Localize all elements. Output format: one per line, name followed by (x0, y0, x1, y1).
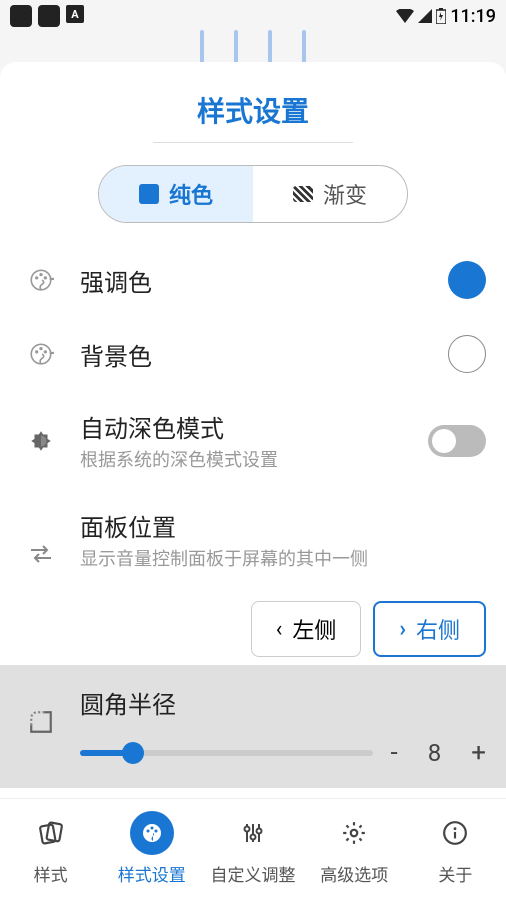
bottom-navigation: 样式 样式设置 自定义调整 高级选项 关于 (0, 798, 506, 898)
gear-icon (332, 811, 376, 855)
nav-style-settings-label: 样式设置 (118, 861, 186, 886)
gradient-icon (293, 186, 313, 202)
nav-styles[interactable]: 样式 (0, 799, 101, 898)
slider-thumb[interactable] (122, 742, 144, 764)
signal-icon (418, 9, 432, 23)
position-left-button[interactable]: ‹ 左侧 (251, 601, 362, 657)
tune-icon (231, 811, 275, 855)
corner-radius-value: 8 (428, 739, 442, 767)
page-title: 样式设置 (0, 62, 506, 155)
segment-solid-label: 纯色 (169, 178, 213, 210)
corner-radius-minus[interactable]: - (391, 738, 398, 768)
accent-color-swatch[interactable] (448, 261, 486, 299)
corner-radius-label: 圆角半径 (80, 685, 486, 720)
status-left: A (10, 5, 84, 27)
background-color-label: 背景色 (80, 337, 430, 372)
auto-dark-label: 自动深色模式 (80, 409, 410, 444)
status-notification-icon (10, 5, 32, 27)
status-app-icon: A (66, 5, 84, 23)
panel-position-label: 面板位置 (80, 508, 486, 543)
position-right-label: 右侧 (416, 613, 460, 645)
swap-icon (20, 544, 62, 564)
corner-icon (20, 709, 62, 768)
battery-icon (436, 8, 446, 24)
nav-advanced-label: 高级选项 (320, 861, 388, 886)
nav-about[interactable]: 关于 (405, 799, 506, 898)
wifi-icon (396, 9, 414, 23)
nav-advanced[interactable]: 高级选项 (304, 799, 405, 898)
corner-radius-slider[interactable] (80, 750, 373, 756)
position-left-label: 左侧 (292, 613, 336, 645)
segment-solid[interactable]: 纯色 (99, 166, 253, 222)
palette-icon (20, 341, 62, 367)
solid-color-icon (139, 184, 159, 204)
status-right: 11:19 (396, 6, 496, 27)
panel-position-subtitle: 显示音量控制面板于屏幕的其中一侧 (80, 545, 486, 571)
nav-custom[interactable]: 自定义调整 (202, 799, 303, 898)
color-type-segmented: 纯色 渐变 (98, 165, 408, 223)
accent-color-label: 强调色 (80, 263, 430, 298)
background-color-swatch[interactable] (448, 335, 486, 373)
chevron-left-icon: ‹ (276, 617, 283, 642)
info-icon (433, 811, 477, 855)
palette-icon (130, 811, 174, 855)
corner-radius-section: 圆角半径 - 8 + (0, 665, 506, 788)
slider-length-section: 滑块长度 100 + (0, 788, 506, 798)
corner-radius-plus[interactable]: + (471, 738, 486, 768)
setting-auto-dark: 自动深色模式 根据系统的深色模式设置 (20, 391, 486, 490)
segment-gradient[interactable]: 渐变 (253, 166, 407, 222)
status-notification-icon (38, 5, 60, 27)
auto-dark-toggle[interactable] (428, 425, 486, 457)
palette-icon (20, 267, 62, 293)
nav-styles-label: 样式 (34, 861, 68, 886)
nav-about-label: 关于 (438, 861, 472, 886)
nav-custom-label: 自定义调整 (211, 861, 296, 886)
setting-accent-color[interactable]: 强调色 (20, 243, 486, 317)
segment-gradient-label: 渐变 (323, 178, 367, 210)
chevron-right-icon: › (399, 617, 406, 642)
brightness-icon (20, 428, 62, 454)
styles-icon (29, 811, 73, 855)
position-right-button[interactable]: › 右侧 (373, 601, 486, 657)
nav-style-settings[interactable]: 样式设置 (101, 799, 202, 898)
auto-dark-subtitle: 根据系统的深色模式设置 (80, 446, 410, 472)
toggle-thumb (432, 429, 456, 453)
settings-sheet: 样式设置 纯色 渐变 强调色 (0, 62, 506, 898)
setting-background-color[interactable]: 背景色 (20, 317, 486, 391)
status-time: 11:19 (450, 6, 496, 27)
